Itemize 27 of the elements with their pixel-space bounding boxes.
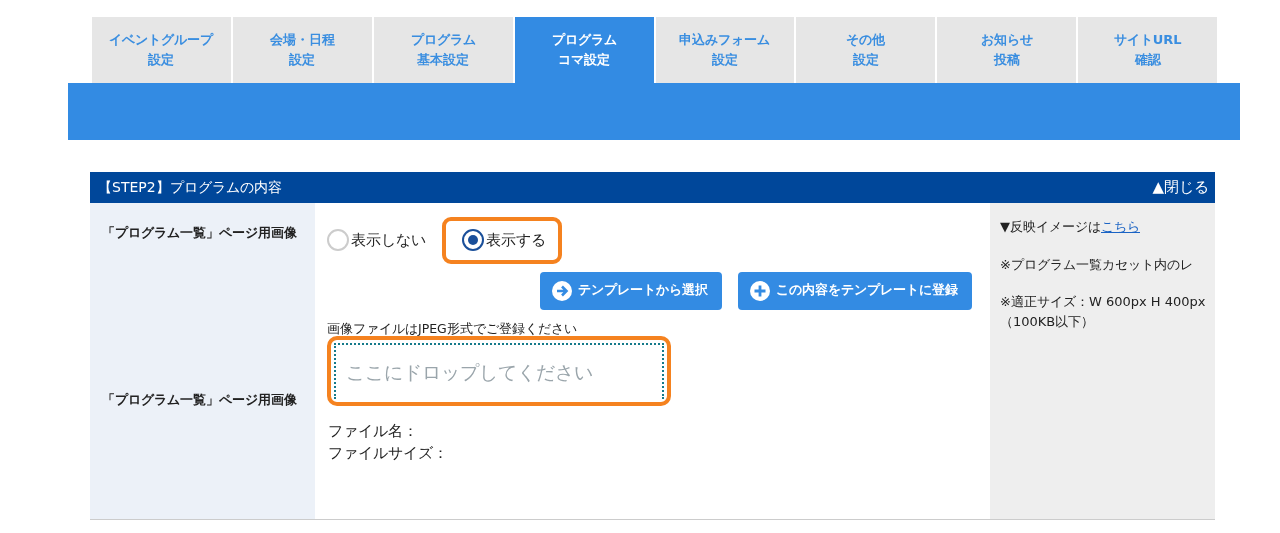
nav-tab[interactable]: サイトURL 確認 — [1078, 17, 1217, 83]
nav-tab[interactable]: プログラム 基本設定 — [373, 17, 513, 83]
note-text: ▼反映イメージはこちら — [1000, 218, 1141, 236]
template-button[interactable]: この内容をテンプレートに登録 — [738, 271, 972, 310]
arrow-right-icon — [552, 280, 572, 301]
collapse-toggle[interactable]: ▲閉じる — [1152, 176, 1209, 199]
nav-tab[interactable]: お知らせ 投稿 — [937, 17, 1077, 83]
template-button[interactable]: テンプレートから選択 — [540, 271, 722, 310]
section-title: 【STEP2】プログラムの内容 — [98, 178, 282, 197]
upload-hint: 画像ファイルはJPEG形式でご登録ください — [327, 321, 578, 336]
image-preview-link[interactable]: こちら — [1101, 219, 1140, 234]
nav-tab[interactable]: プログラム コマ設定 — [514, 17, 654, 83]
drop-zone[interactable]: ここにドロップしてください — [334, 342, 664, 399]
nav-tab[interactable]: 申込みフォーム 設定 — [655, 17, 795, 83]
radio-button[interactable] — [462, 229, 484, 252]
note-text: ※プログラム一覧カセット内のレ — [1000, 255, 1194, 274]
nav-tab[interactable]: その他 設定 — [796, 17, 936, 83]
note-text: ※適正サイズ：W 600px H 400px（100KB以下） — [1000, 293, 1207, 331]
file-info: ファイル名： — [328, 420, 419, 442]
plus-icon — [750, 280, 770, 301]
radio-label[interactable]: 表示しない — [351, 229, 426, 252]
nav-tab[interactable]: 会場・日程 設定 — [232, 17, 372, 83]
file-info: ファイルサイズ： — [328, 442, 449, 464]
field-label: 「プログラム一覧」ページ用画像 — [102, 391, 298, 409]
field-label: 「プログラム一覧」ページ用画像 — [102, 224, 298, 242]
radio-label[interactable]: 表示する — [486, 229, 546, 252]
nav-tab[interactable]: イベントグループ 設定 — [92, 17, 231, 83]
